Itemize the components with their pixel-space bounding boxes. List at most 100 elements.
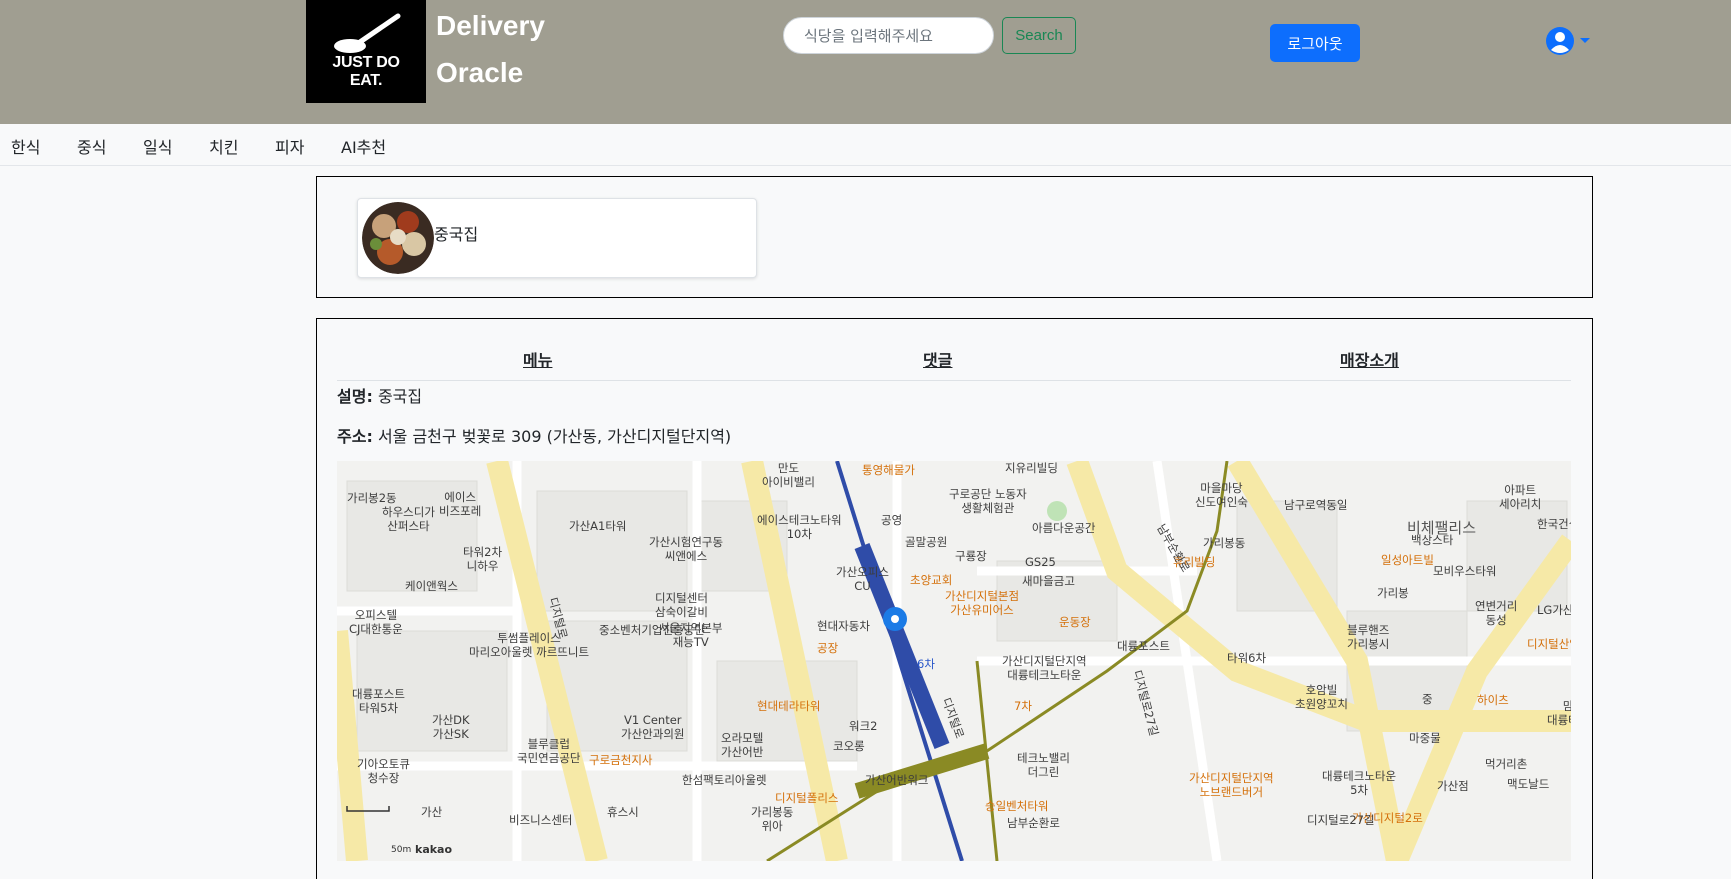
map-label: 타워2차 니하우 bbox=[463, 545, 503, 573]
category-chinese[interactable]: 중식 bbox=[77, 134, 106, 158]
map-label: 7차 bbox=[1014, 699, 1032, 713]
map-label: 오피스텔 CJ대한통운 bbox=[349, 608, 403, 636]
map-label: 기아오토큐 청수장 bbox=[357, 757, 410, 785]
category-japanese[interactable]: 일식 bbox=[143, 134, 172, 158]
map-label: 가산디지털단지역 노브랜드버거 bbox=[1189, 771, 1274, 799]
map-label: 가산오피스 CU bbox=[836, 565, 889, 593]
user-avatar-icon[interactable] bbox=[1545, 26, 1575, 56]
search-placeholder: 식당을 입력해주세요 bbox=[804, 27, 933, 45]
description-line: 설명: 중국집 bbox=[337, 383, 422, 407]
map-label: 서울지역본부 재능TV bbox=[659, 621, 723, 649]
map-label: 먹거리촌 bbox=[1485, 757, 1528, 771]
map-label: 남부순환로 bbox=[1007, 816, 1060, 830]
map-view[interactable]: 만도 아이비밸리 통영해물가 지유리빌딩 에이스 비즈포레 하우스디가 산퍼스타 가산… bbox=[337, 461, 1571, 861]
map-label: 케이앤웍스 bbox=[405, 579, 458, 593]
map-label: 중 bbox=[1422, 692, 1433, 706]
category-ai-recommend[interactable]: AI추천 bbox=[341, 134, 386, 158]
map-label: 새마을금고 bbox=[1022, 574, 1075, 588]
map-label: 하이츠 bbox=[1477, 693, 1509, 707]
address-value: 서울 금천구 벚꽃로 309 (가산동, 가산디지털단지역) bbox=[377, 427, 732, 446]
category-korean[interactable]: 한식 bbox=[11, 134, 40, 158]
restaurant-detail-panel: 메뉴 댓글 매장소개 설명: 중국집 주소: 서울 금천구 벚꽃로 309 (가… bbox=[316, 318, 1593, 879]
map-label: 대륭포스트 타워5차 bbox=[352, 687, 405, 715]
logout-button[interactable]: 로그아웃 bbox=[1270, 24, 1360, 62]
map-label: 디지털산업단지 bbox=[1527, 637, 1571, 651]
brand-logo[interactable]: JUST DO EAT. bbox=[306, 0, 426, 103]
map-label: 구룡장 bbox=[955, 549, 987, 563]
detail-tabs: 메뉴 댓글 매장소개 bbox=[337, 347, 1571, 381]
map-label: 만도 아이비밸리 bbox=[762, 461, 815, 489]
search-input[interactable]: 식당을 입력해주세요 bbox=[783, 17, 994, 54]
map-label: 현대자동차 bbox=[817, 619, 870, 633]
map-label: 아름다운공간 bbox=[1032, 521, 1096, 535]
search-button[interactable]: Search bbox=[1002, 17, 1076, 54]
category-nav: 한식 중식 일식 치킨 피자 AI추천 bbox=[0, 124, 1731, 166]
map-label: 가리봉동 위아 bbox=[751, 805, 794, 833]
category-pizza[interactable]: 피자 bbox=[275, 134, 304, 158]
map-label: 가리봉2동 bbox=[347, 491, 397, 505]
map-label: 가산시험연구동 씨앤에스 bbox=[649, 535, 724, 563]
map-label: 가산DK 가산SK bbox=[432, 713, 470, 741]
address-label: 주소: bbox=[337, 427, 373, 446]
map-label: 디지털폴리스 bbox=[775, 791, 839, 805]
map-label: 휴스시 bbox=[607, 805, 639, 819]
map-label: 아파트 세아리치 bbox=[1499, 483, 1542, 511]
map-label: 연변거리 동성 bbox=[1475, 599, 1518, 627]
map-label: 골말공원 bbox=[905, 535, 948, 549]
map-label: 맥도날드 bbox=[1507, 777, 1550, 791]
scale-label: 50m bbox=[391, 845, 412, 855]
map-label: 구로공단 노동자 생활체험관 bbox=[949, 487, 1027, 515]
brand-title[interactable]: Delivery Oracle bbox=[436, 2, 545, 96]
restaurant-card[interactable]: 중국집 bbox=[357, 198, 757, 278]
chevron-down-icon[interactable] bbox=[1580, 38, 1590, 43]
restaurant-name: 중국집 bbox=[434, 225, 479, 244]
spoon-icon bbox=[334, 13, 401, 53]
map-label: 가산어반워크 bbox=[865, 773, 929, 787]
map-label: 코오롱 bbox=[833, 739, 865, 753]
map-label: 가산점 bbox=[1437, 779, 1469, 793]
map-label: 에이스테크노타워 10차 bbox=[757, 513, 842, 541]
map-label: 테크노밸리 더그린 bbox=[1017, 751, 1070, 779]
map-label: GS25 bbox=[1025, 555, 1056, 569]
map-label: 승일벤처타워 bbox=[985, 799, 1049, 813]
map-label: 가산디지털본점 가산유미어스 bbox=[945, 589, 1020, 617]
map-label: 가리봉동 bbox=[1203, 536, 1246, 550]
map-label: 오라모텔 가산어반 bbox=[721, 731, 764, 759]
map-label: 지유리빌딩 bbox=[1005, 461, 1058, 475]
map-label: 가산 bbox=[421, 805, 443, 819]
map-label: 대륭테크노타운 5차 bbox=[1322, 769, 1397, 797]
kakao-logo: kakao bbox=[415, 843, 453, 856]
map-label: 가산디지털단지역 대륭테크노타운 bbox=[1002, 654, 1087, 682]
restaurant-card-container: 중국집 bbox=[316, 176, 1593, 298]
map-label: 워크2 bbox=[849, 719, 878, 733]
address-line: 주소: 서울 금천구 벚꽃로 309 (가산동, 가산디지털단지역) bbox=[337, 423, 731, 447]
map-label: 한국건설생활환경시험연구원 bbox=[1537, 517, 1571, 531]
map-label: 공장 bbox=[817, 641, 839, 655]
category-chicken[interactable]: 치킨 bbox=[209, 134, 238, 158]
map-label: 투썸플레이스 마리오아울렛 까르뜨니트 bbox=[469, 631, 590, 659]
map-label: 에이스 비즈포레 bbox=[439, 490, 482, 518]
tab-menu[interactable]: 메뉴 bbox=[523, 347, 552, 371]
map-label: 디지털로27길 bbox=[1307, 813, 1375, 827]
map-label: 한섬팩토리아울렛 bbox=[682, 773, 767, 787]
map-label: V1 Center 가산안과의원 bbox=[621, 713, 685, 741]
food-image bbox=[362, 202, 434, 274]
map-label: 통영해물가 bbox=[862, 463, 915, 477]
map-label: 디지털센터 삼숙이갈비 bbox=[655, 591, 708, 619]
map-label: 현대테라타워 bbox=[757, 699, 821, 713]
map-label: 하우스디가 산퍼스타 bbox=[382, 505, 435, 533]
map-label: 타워6차 bbox=[1227, 651, 1267, 665]
map-label: 대륭포스트 bbox=[1117, 639, 1170, 653]
map-label: 가산A1타워 bbox=[569, 519, 627, 533]
tab-comments[interactable]: 댓글 bbox=[923, 347, 952, 371]
map-label: 맘스터치대륭테크노타운 bbox=[1547, 699, 1571, 727]
tab-store-info[interactable]: 매장소개 bbox=[1340, 347, 1399, 371]
top-header: JUST DO EAT. Delivery Oracle 식당을 입력해주세요 … bbox=[0, 0, 1731, 124]
map-label: 마중물 bbox=[1409, 731, 1441, 745]
map-label: 초양교회 bbox=[910, 573, 953, 587]
map-label: 모비우스타워 bbox=[1433, 564, 1497, 578]
map-label: 구로금천지사 bbox=[589, 753, 653, 767]
brand-line-2: Oracle bbox=[436, 57, 524, 88]
map-label: 블루클럽 국민연금공단 bbox=[517, 737, 581, 765]
logo-text: JUST DO EAT. bbox=[332, 54, 400, 89]
